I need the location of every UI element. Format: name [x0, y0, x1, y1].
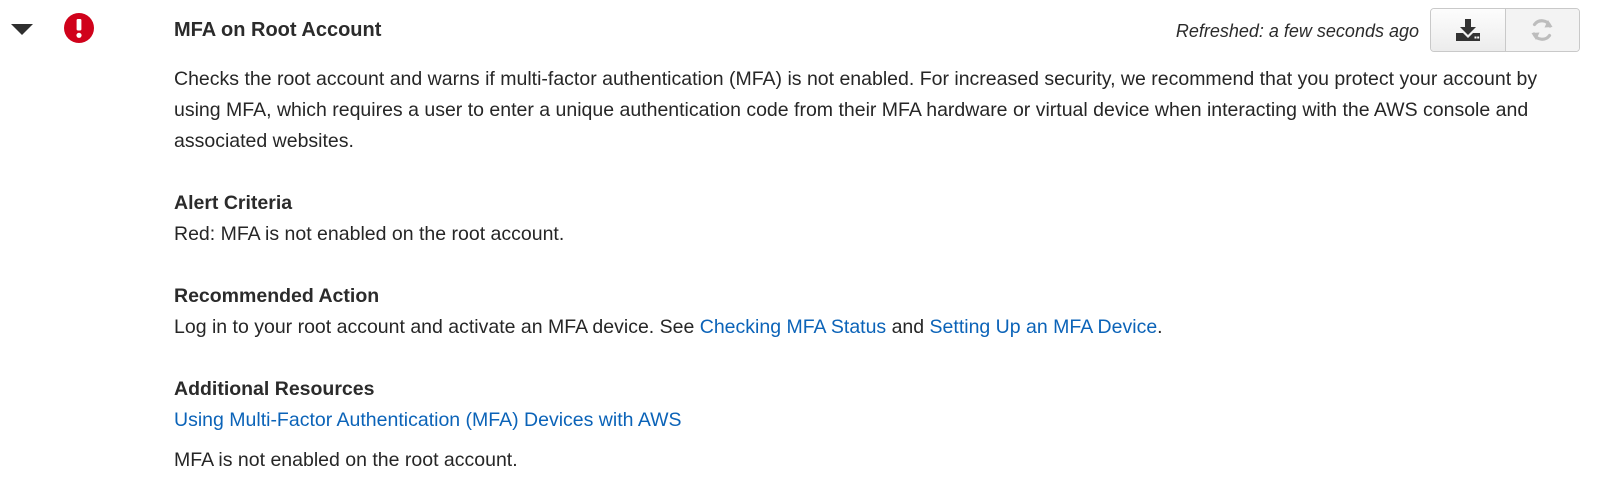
alert-criteria-section: Alert Criteria Red: MFA is not enabled o… [174, 188, 1564, 250]
recommended-action-text: Log in to your root account and activate… [174, 312, 1564, 343]
download-icon [1455, 19, 1480, 41]
refreshed-timestamp: Refreshed: a few seconds ago [1175, 21, 1419, 41]
trusted-advisor-check-panel: MFA on Root Account Refreshed: a few sec… [0, 0, 1600, 480]
recommended-action-text-end: . [1157, 316, 1163, 338]
collapse-caret-icon[interactable] [11, 24, 33, 35]
additional-resources-heading: Additional Resources [174, 378, 375, 400]
recommended-action-text-middle: and [886, 316, 930, 338]
error-status-icon [64, 13, 94, 43]
refresh-icon [1531, 19, 1553, 41]
recommended-action-section: Recommended Action Log in to your root a… [174, 281, 1564, 343]
check-details: Checks the root account and warns if mul… [174, 64, 1564, 496]
recommended-action-text-start: Log in to your root account and activate… [174, 316, 700, 338]
recommended-action-heading: Recommended Action [174, 285, 380, 307]
download-button[interactable] [1431, 9, 1505, 51]
check-result-text: MFA is not enabled on the root account. [174, 449, 518, 471]
alert-criteria-heading: Alert Criteria [174, 192, 293, 214]
check-description: Checks the root account and warns if mul… [174, 68, 1538, 152]
check-title[interactable]: MFA on Root Account [174, 19, 381, 42]
alert-criteria-text: Red: MFA is not enabled on the root acco… [174, 223, 565, 245]
checking-mfa-status-link[interactable]: Checking MFA Status [700, 316, 886, 338]
additional-resources-section: Additional Resources Using Multi-Factor … [174, 374, 1564, 436]
check-actions-button-group [1430, 8, 1580, 52]
mfa-devices-with-aws-link[interactable]: Using Multi-Factor Authentication (MFA) … [174, 409, 682, 431]
setting-up-mfa-device-link[interactable]: Setting Up an MFA Device [930, 316, 1158, 338]
refresh-button[interactable] [1504, 9, 1579, 51]
